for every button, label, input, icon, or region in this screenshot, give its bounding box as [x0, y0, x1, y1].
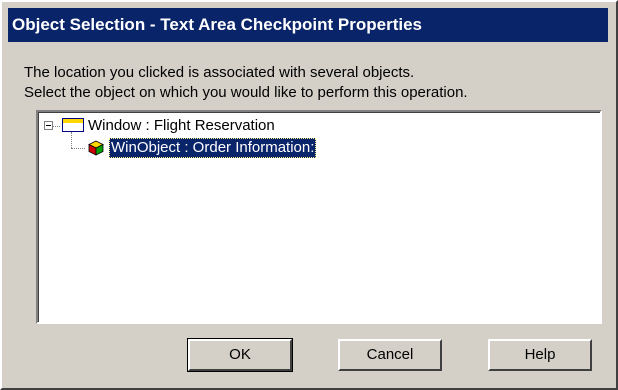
tree-node-winobject[interactable]: WinObject : Order Information: [38, 138, 578, 158]
tree-node-window-label: Window : Flight Reservation [88, 117, 275, 134]
cancel-button[interactable]: Cancel [338, 339, 442, 371]
tree-connector [71, 148, 85, 149]
message-line-1: The location you clicked is associated w… [24, 64, 415, 81]
tree-connector [53, 126, 60, 127]
message-line-2: Select the object on which you would lik… [24, 84, 468, 101]
window-icon [62, 118, 84, 132]
dialog-title: Object Selection - Text Area Checkpoint … [12, 15, 422, 34]
cube-icon [88, 140, 104, 156]
help-button[interactable]: Help [488, 339, 592, 371]
object-tree[interactable]: Window : Flight Reservation WinObject : … [36, 110, 602, 324]
tree-node-winobject-label: WinObject : Order Information: [109, 138, 317, 158]
ok-button[interactable]: OK [187, 338, 293, 372]
tree-node-window[interactable]: Window : Flight Reservation [38, 116, 578, 136]
collapse-icon[interactable] [44, 121, 53, 130]
object-selection-dialog: Object Selection - Text Area Checkpoint … [0, 0, 618, 390]
dialog-title-bar[interactable]: Object Selection - Text Area Checkpoint … [8, 8, 608, 42]
instruction-message: The location you clicked is associated w… [24, 63, 468, 103]
